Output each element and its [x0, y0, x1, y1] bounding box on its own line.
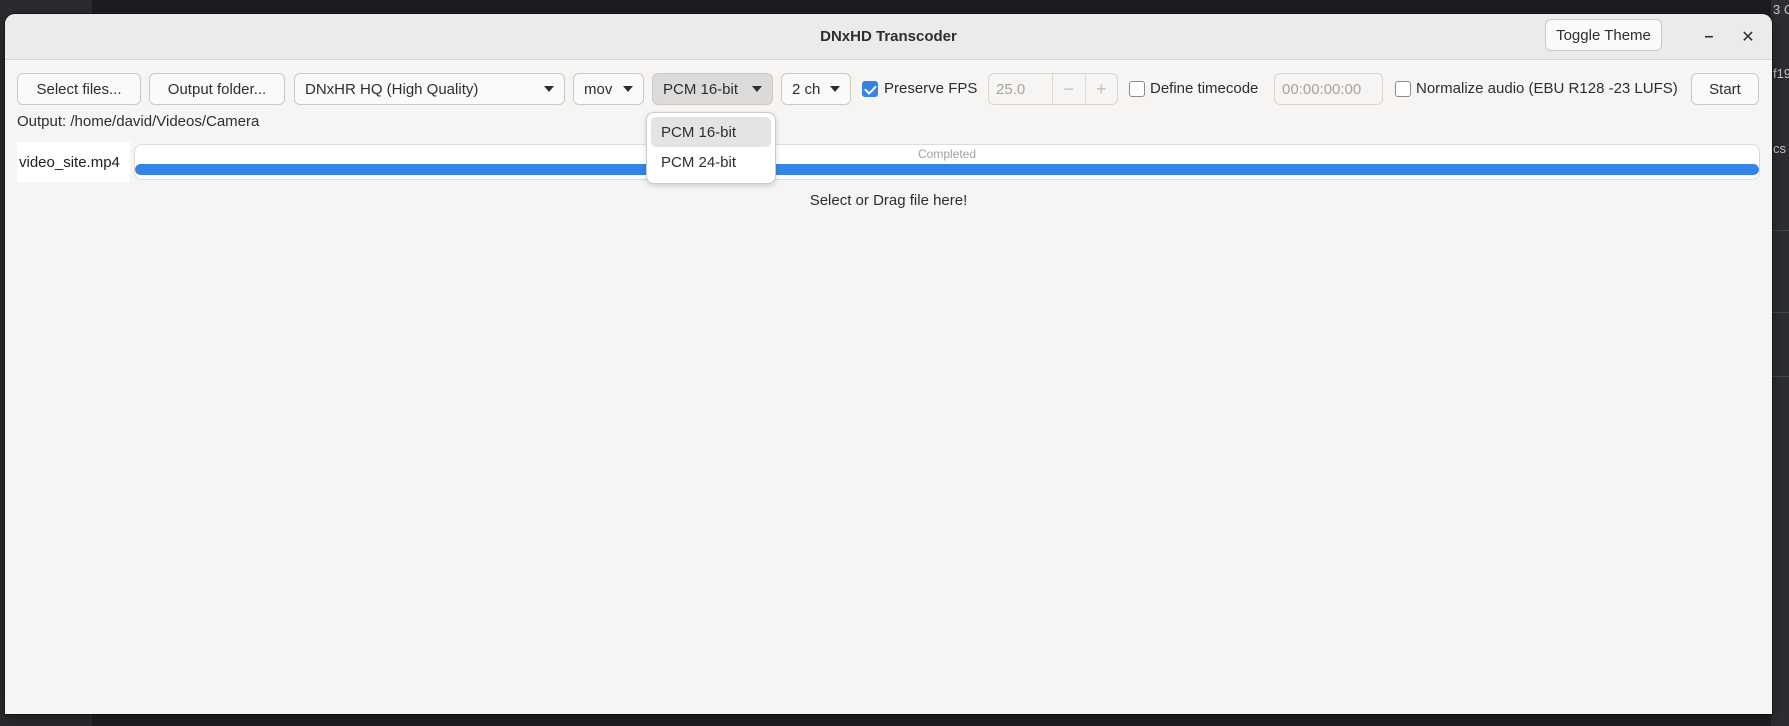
- output-path-label: Output: /home/david/Videos/Camera: [17, 113, 260, 130]
- chevron-down-icon: [544, 86, 554, 92]
- file-row[interactable]: video_site.mp4 Completed: [17, 142, 1760, 182]
- preserve-fps-label[interactable]: Preserve FPS: [884, 80, 977, 97]
- codec-dropdown-value: DNxHR HQ (High Quality): [305, 80, 479, 98]
- start-button[interactable]: Start: [1691, 73, 1759, 105]
- progress-fill: [135, 164, 1759, 175]
- fps-decrement-button[interactable]: −: [1052, 74, 1084, 104]
- progress-bar: [135, 164, 1759, 175]
- define-timecode-checkbox[interactable]: [1129, 81, 1145, 97]
- popover-item-pcm-24[interactable]: PCM 24-bit: [651, 147, 771, 177]
- audio-format-popover: PCM 16-bit PCM 24-bit: [646, 112, 776, 184]
- background-panel-right: 3 C f19 cs: [1771, 0, 1789, 726]
- chevron-down-icon: [623, 86, 633, 92]
- app-window: DNxHD Transcoder Toggle Theme – ✕ Select…: [5, 14, 1772, 714]
- chevron-down-icon: [830, 86, 840, 92]
- progress-status: Completed: [917, 147, 977, 161]
- close-icon[interactable]: ✕: [1736, 25, 1760, 49]
- define-timecode-label[interactable]: Define timecode: [1150, 80, 1258, 97]
- file-name: video_site.mp4: [17, 142, 130, 182]
- window-title: DNxHD Transcoder: [820, 28, 957, 45]
- audio-format-dropdown-value: PCM 16-bit: [663, 80, 739, 98]
- output-folder-button[interactable]: Output folder...: [149, 73, 285, 105]
- background-text: f19: [1773, 66, 1789, 81]
- fps-increment-button[interactable]: +: [1084, 74, 1117, 104]
- container-dropdown[interactable]: mov: [573, 73, 644, 105]
- codec-dropdown[interactable]: DNxHR HQ (High Quality): [294, 73, 565, 105]
- background-panel-top: [92, 0, 1789, 14]
- container-dropdown-value: mov: [584, 80, 613, 98]
- toggle-theme-button[interactable]: Toggle Theme: [1545, 19, 1662, 51]
- progress-box: Completed: [134, 144, 1760, 180]
- chevron-down-icon: [752, 86, 762, 92]
- background-text: 3 C: [1773, 2, 1789, 17]
- background-text: cs: [1773, 141, 1786, 156]
- popover-item-pcm-16[interactable]: PCM 16-bit: [651, 117, 771, 147]
- normalize-audio-checkbox[interactable]: [1395, 81, 1411, 97]
- fps-value[interactable]: 25.0: [989, 81, 1052, 98]
- fps-spinbutton[interactable]: 25.0 − +: [988, 73, 1118, 105]
- audio-format-dropdown[interactable]: PCM 16-bit: [652, 73, 773, 105]
- drop-zone-hint[interactable]: Select or Drag file here!: [5, 192, 1772, 209]
- preserve-fps-checkbox[interactable]: [862, 81, 878, 97]
- channels-dropdown-value: 2 ch: [792, 80, 821, 98]
- normalize-audio-label[interactable]: Normalize audio (EBU R128 -23 LUFS): [1416, 80, 1678, 97]
- channels-dropdown[interactable]: 2 ch: [781, 73, 851, 105]
- select-files-button[interactable]: Select files...: [17, 73, 141, 105]
- titlebar: DNxHD Transcoder Toggle Theme – ✕: [5, 14, 1772, 60]
- minimize-icon[interactable]: –: [1697, 25, 1721, 49]
- timecode-input[interactable]: 00:00:00:00: [1274, 73, 1383, 105]
